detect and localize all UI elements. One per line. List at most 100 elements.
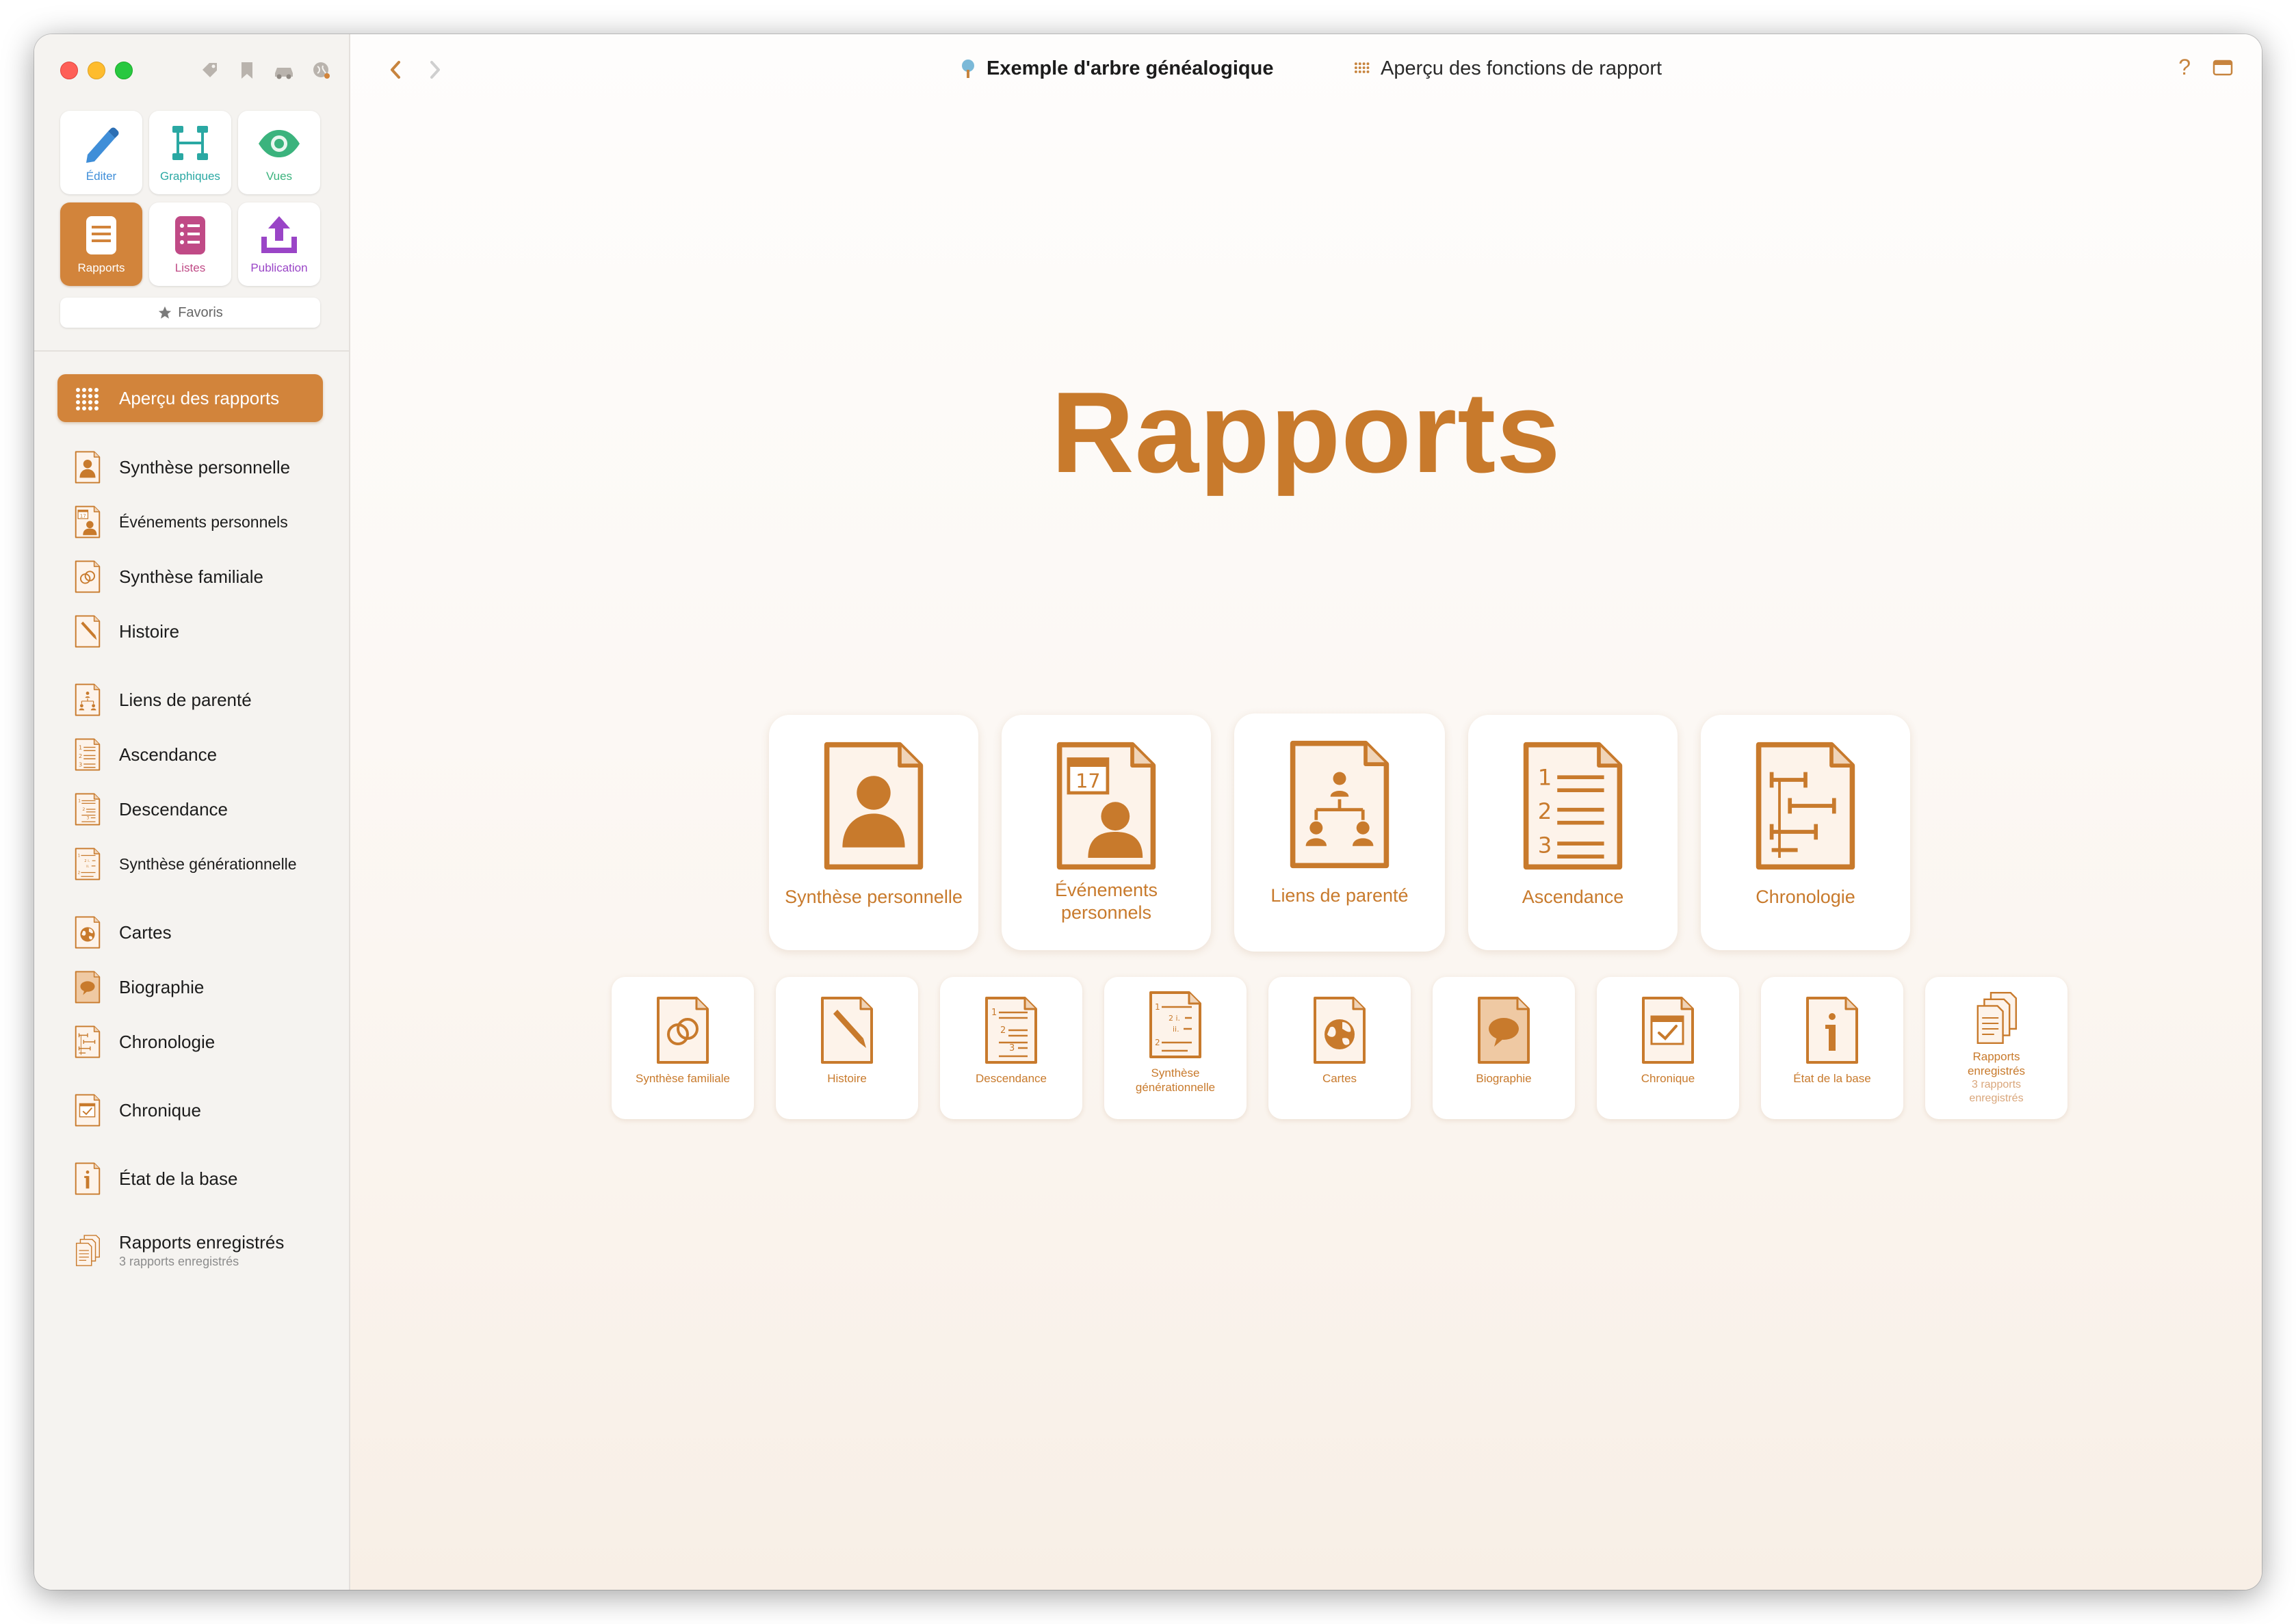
card-label: Rapports enregistrés [1967,1050,2026,1077]
sidebar-item-maps[interactable]: Cartes [57,908,323,956]
sidebar-item-overview[interactable]: Aperçu des rapports [57,374,323,422]
back-button[interactable] [382,56,409,83]
card-label: Chronologie [1756,887,1855,907]
card-saved-reports[interactable]: Rapports enregistrés 3 rapports enregist… [1925,977,2067,1119]
card-personal-summary[interactable]: Synthèse personnelle [769,715,978,950]
card-family-summary[interactable]: Synthèse familiale [612,977,754,1119]
sidebar-item-ancestors[interactable]: Ascendance [57,731,323,778]
breadcrumb-page[interactable]: Aperçu des fonctions de rapport [1353,57,1662,80]
sidebar-item-label: Chronologie [119,1031,216,1052]
mode-label: Publication [250,261,308,274]
zoom-window-button[interactable] [115,62,133,79]
sidebar-item-label: Synthèse personnelle [119,456,291,477]
sidebar-item-saved-reports[interactable]: Rapports enregistrés 3 rapports enregist… [57,1223,323,1278]
mode-label: Graphiques [160,170,220,183]
card-database-status[interactable]: État de la base [1761,977,1903,1119]
mode-label: Rapports [77,261,125,274]
card-label: Synthèse personnelle [785,887,963,907]
mode-views[interactable]: Vues [238,111,320,194]
tree-icon [962,59,974,78]
chevron-left-icon [391,61,400,79]
page-title: Rapports [1051,368,1561,497]
mode-reports[interactable]: Rapports [60,202,142,286]
card-story[interactable]: Histoire [776,977,918,1119]
info-report-icon [1805,996,1860,1064]
card-generations[interactable]: Synthèse générationnelle [1104,977,1247,1119]
pencil-report-icon [820,996,874,1064]
bookmark-icon[interactable] [235,59,259,82]
favorites-button[interactable]: Favoris [60,298,320,328]
tag-icon[interactable] [198,59,222,82]
mode-edit[interactable]: Éditer [60,111,142,194]
breadcrumb-tree[interactable]: Exemple d'arbre généalogique [959,57,1273,80]
card-label: Chronique [1641,1072,1695,1085]
mode-publish[interactable]: Publication [238,202,320,286]
card-label: Ascendance [1522,887,1624,907]
chevron-right-icon [430,61,440,79]
card-label: Biographie [1476,1072,1532,1085]
minimize-window-button[interactable] [88,62,105,79]
document-icon [86,216,116,254]
favorites-label: Favoris [178,304,223,320]
help-button[interactable]: ? [2178,55,2191,80]
mode-lists[interactable]: Listes [149,202,231,286]
sidebar-tools [198,59,332,82]
sidebar-item-label: Cartes [119,921,172,943]
card-label: Descendance [976,1072,1047,1085]
timeline-report-icon [73,1024,103,1060]
sidebar-item-label: État de la base [119,1168,238,1189]
mode-charts[interactable]: Graphiques [149,111,231,194]
calendar-check-report-icon [73,1092,103,1128]
mode-switcher: Éditer Graphiques Vues Rapports Listes P… [60,111,320,286]
pencil-report-icon [73,614,103,649]
card-relations[interactable]: Liens de parenté [1234,713,1445,952]
forward-button[interactable] [421,56,449,83]
sidebar-item-chronicle[interactable]: Chronique [57,1086,323,1134]
stacked-reports-icon [1972,991,2021,1045]
mode-label: Vues [265,170,293,183]
info-report-icon [73,1161,103,1196]
card-chronicle[interactable]: Chronique [1597,977,1739,1119]
sidebar-item-descendants[interactable]: Descendance [57,785,323,833]
card-label: Liens de parenté [1270,885,1409,906]
card-label: Événements personnels [1054,880,1158,923]
eye-icon [259,130,300,157]
sidebar-item-family-summary[interactable]: Synthèse familiale [57,553,323,601]
person-report-icon [820,741,928,871]
list-icon [175,216,205,254]
sidebar-item-timeline[interactable]: Chronologie [57,1018,323,1066]
card-personal-events[interactable]: Événements personnels [1002,715,1211,950]
grid-icon [73,380,103,416]
close-window-button[interactable] [60,62,78,79]
mode-label: Éditer [86,170,117,183]
mode-label: Listes [174,261,206,274]
sidebar-item-biography[interactable]: Biographie [57,963,323,1011]
card-descendants[interactable]: Descendance [940,977,1082,1119]
sidebar-toggle-icon[interactable] [2213,59,2233,80]
sidebar-item-database-status[interactable]: État de la base [57,1155,323,1203]
relations-report-icon [1286,739,1394,869]
sidebar-item-story[interactable]: Histoire [57,607,323,655]
sidebar-item-relations[interactable]: Liens de parenté [57,676,323,724]
car-icon[interactable] [272,59,296,82]
brain-icon[interactable] [309,59,332,82]
divider [34,350,349,352]
breadcrumb-page-label: Aperçu des fonctions de rapport [1381,57,1662,79]
star-icon [159,306,172,319]
sidebar-item-generations[interactable]: Synthèse générationnelle [57,840,323,888]
sidebar-item-label: Biographie [119,976,205,997]
upload-icon [261,216,297,253]
sidebar-item-label: Ascendance [119,744,218,765]
sidebar-item-label: Descendance [119,798,228,820]
relations-report-icon [73,682,103,718]
ancestors-report-icon [73,737,103,772]
card-timeline[interactable]: Chronologie [1701,715,1910,950]
stacked-reports-icon [73,1233,103,1268]
card-maps[interactable]: Cartes [1268,977,1411,1119]
card-ancestors[interactable]: Ascendance [1468,715,1678,950]
sidebar-item-personal-events[interactable]: Événements personnels [57,498,323,546]
card-biography[interactable]: Biographie [1433,977,1575,1119]
sidebar-item-personal-summary[interactable]: Synthèse personnelle [57,443,323,491]
card-label: Histoire [827,1072,867,1085]
rings-report-icon [73,559,103,594]
